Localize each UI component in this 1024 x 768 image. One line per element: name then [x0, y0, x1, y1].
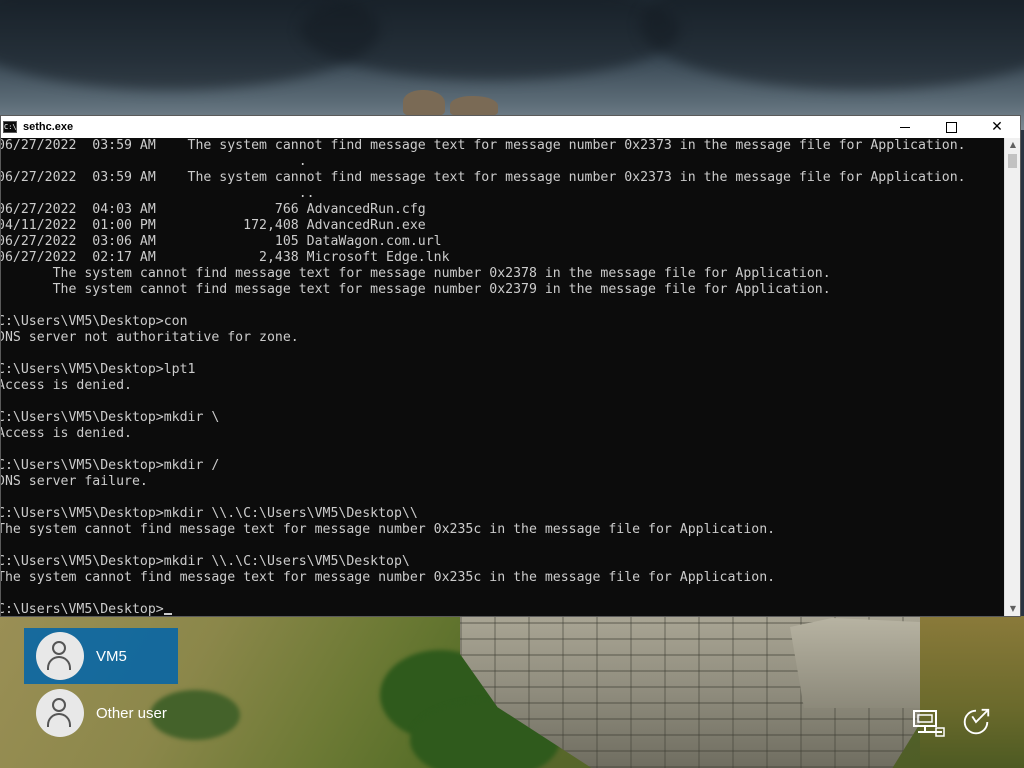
scrollbar-thumb[interactable] — [1008, 154, 1017, 168]
title-bar[interactable]: C:\ sethc.exe ✕ — [1, 116, 1020, 138]
console-line: DNS server not authoritative for zone. — [1, 330, 299, 345]
console-window[interactable]: C:\ sethc.exe ✕ 06/27/2022 03:59 AM The … — [0, 115, 1021, 617]
close-button[interactable]: ✕ — [974, 116, 1020, 138]
console-line: The system cannot find message text for … — [1, 570, 776, 585]
console-line: 06/27/2022 03:59 AM The system cannot fi… — [1, 138, 966, 153]
rock — [450, 96, 498, 116]
scroll-down-arrow-icon[interactable]: ▼ — [1005, 602, 1021, 616]
user-avatar-icon — [36, 689, 84, 737]
console-line: C:\Users\VM5\Desktop>mkdir \\.\C:\Users\… — [1, 506, 418, 521]
console-line: 04/11/2022 01:00 PM 172,408 AdvancedRun.… — [1, 218, 426, 233]
console-line: 06/27/2022 04:03 AM 766 AdvancedRun.cfg — [1, 202, 426, 217]
console-line: Access is denied. — [1, 426, 132, 441]
console-line: 06/27/2022 03:06 AM 105 DataWagon.com.ur… — [1, 234, 442, 249]
console-line: The system cannot find message text for … — [52, 266, 831, 281]
window-title: sethc.exe — [23, 121, 74, 133]
console-line: C:\Users\VM5\Desktop>con — [1, 314, 188, 329]
user-tile-other-user[interactable]: Other user — [24, 685, 178, 741]
grass-right — [920, 616, 1024, 768]
minimize-icon — [900, 126, 910, 128]
console-line: C:\Users\VM5\Desktop>lpt1 — [1, 362, 196, 377]
maximize-icon — [945, 121, 957, 133]
network-icon[interactable] — [912, 708, 948, 740]
close-icon: ✕ — [991, 119, 1003, 135]
console-line: 06/27/2022 02:17 AM 2,438 Microsoft Edge… — [1, 250, 450, 265]
user-name: Other user — [96, 704, 167, 722]
console-line: C:\Users\VM5\Desktop>mkdir / — [1, 458, 220, 473]
console-output[interactable]: 06/27/2022 03:59 AM The system cannot fi… — [1, 138, 1005, 616]
user-name: VM5 — [96, 647, 127, 665]
console-line: C:\Users\VM5\Desktop>mkdir \\.\C:\Users\… — [1, 554, 410, 569]
console-line: The system cannot find message text for … — [1, 522, 776, 537]
scroll-up-arrow-icon[interactable]: ▲ — [1005, 138, 1021, 152]
ease-of-access-icon[interactable] — [958, 706, 994, 738]
console-lines: 06/27/2022 03:59 AM The system cannot fi… — [1, 138, 966, 585]
console-line: 06/27/2022 03:59 AM The system cannot fi… — [1, 170, 966, 185]
minimize-button[interactable] — [882, 116, 928, 138]
console-text: 06/27/2022 03:59 AM The system cannot fi… — [1, 138, 966, 616]
console-app-icon: C:\ — [3, 121, 17, 133]
console-line: C:\Users\VM5\Desktop>mkdir \ — [1, 410, 220, 425]
console-line: The system cannot find message text for … — [52, 282, 831, 297]
vertical-scrollbar[interactable]: ▲ ▼ — [1004, 138, 1020, 616]
window-controls: ✕ — [882, 116, 1020, 138]
user-avatar-icon — [36, 632, 84, 680]
console-line: Access is denied. — [1, 378, 132, 393]
rock — [403, 90, 445, 116]
stone-wall-top — [790, 618, 930, 708]
console-line: .. — [298, 186, 315, 201]
console-line: . — [298, 154, 307, 169]
console-line: DNS server failure. — [1, 474, 148, 489]
text-cursor — [163, 613, 172, 615]
user-tile-vm5[interactable]: VM5 — [24, 628, 178, 684]
console-prompt: C:\Users\VM5\Desktop> — [1, 602, 164, 616]
maximize-button[interactable] — [928, 116, 974, 138]
